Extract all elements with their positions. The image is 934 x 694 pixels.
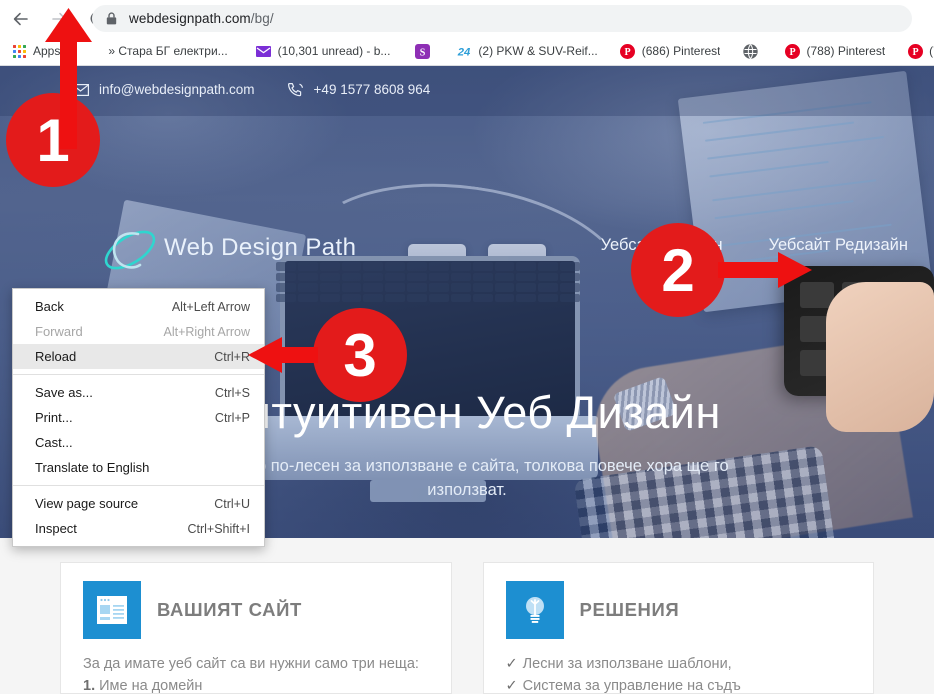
screenshot-root: info@webdesignpath.com +49 1577 8608 964 bbox=[0, 0, 934, 694]
annotation-arrows bbox=[45, 8, 812, 373]
annotation-arrow-2 bbox=[718, 252, 812, 288]
annotation-arrow-3 bbox=[248, 337, 318, 373]
annotation-arrow-1 bbox=[45, 8, 92, 149]
